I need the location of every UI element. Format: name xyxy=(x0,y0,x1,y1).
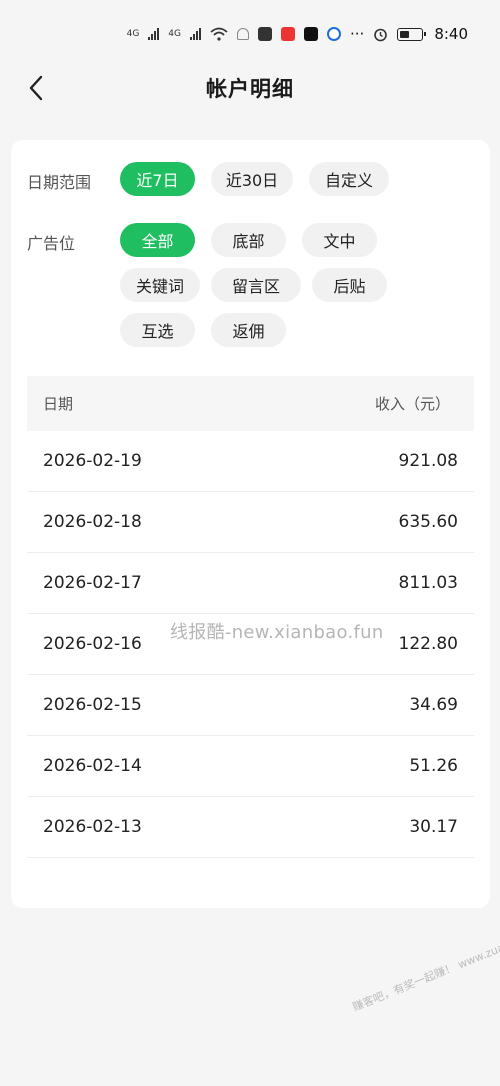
row-date: 2026-02-17 xyxy=(43,573,142,593)
clock: 8:40 xyxy=(434,25,468,43)
row-income: 122.80 xyxy=(398,634,458,654)
ad-chip-bottom[interactable]: 底部 xyxy=(211,223,286,257)
income-table: 日期 收入（元） 2026-02-19 921.08 2026-02-18 63… xyxy=(27,376,474,858)
page-title: 帐户明细 xyxy=(206,77,294,101)
more-icon: ··· xyxy=(350,25,365,43)
battery-icon xyxy=(397,27,427,41)
row-date: 2026-02-15 xyxy=(43,695,142,715)
row-date: 2026-02-14 xyxy=(43,756,142,776)
col-income-header: 收入（元） xyxy=(374,395,450,413)
sim2-signal-icon: 4G xyxy=(168,28,181,39)
table-row: 2026-02-16 122.80 xyxy=(27,614,474,675)
row-date: 2026-02-18 xyxy=(43,512,142,532)
ad-chip-post[interactable]: 后贴 xyxy=(312,268,387,302)
date-chip-custom[interactable]: 自定义 xyxy=(309,162,389,196)
telecom-icon xyxy=(327,27,341,41)
table-row: 2026-02-13 30.17 xyxy=(27,797,474,858)
table-row: 2026-02-19 921.08 xyxy=(27,431,474,492)
ad-chip-mutual[interactable]: 互选 xyxy=(120,313,195,347)
back-button[interactable] xyxy=(20,72,52,104)
signal-bars-2-icon xyxy=(190,28,201,40)
ad-position-label: 广告位 xyxy=(27,234,76,253)
headset-app-icon xyxy=(237,28,249,40)
row-income: 34.69 xyxy=(409,695,458,715)
col-date-header: 日期 xyxy=(43,395,74,413)
row-date: 2026-02-19 xyxy=(43,451,142,471)
table-row: 2026-02-18 635.60 xyxy=(27,492,474,553)
date-chip-30d[interactable]: 近30日 xyxy=(211,162,293,196)
ad-chip-in-text[interactable]: 文中 xyxy=(302,223,377,257)
signal-bars-icon xyxy=(148,28,160,40)
tiktok-icon xyxy=(304,27,318,41)
corner-watermark: 赚客吧，有奖一起赚！ www.zuanke8.com xyxy=(350,920,500,1014)
row-income: 51.26 xyxy=(409,756,458,776)
row-date: 2026-02-16 xyxy=(43,634,142,654)
date-range-label: 日期范围 xyxy=(27,173,92,192)
table-row: 2026-02-17 811.03 xyxy=(27,553,474,614)
chevron-left-icon xyxy=(29,75,43,101)
row-income: 811.03 xyxy=(398,573,458,593)
row-income: 921.08 xyxy=(398,451,458,471)
date-chip-7d[interactable]: 近7日 xyxy=(120,162,195,196)
nav-bar: 帐户明细 xyxy=(0,60,500,116)
wifi-icon xyxy=(210,27,228,41)
details-card: 日期范围 近7日 近30日 自定义 广告位 全部 底部 文中 关键词 留言区 后… xyxy=(11,140,490,908)
alarm-icon xyxy=(374,28,388,41)
status-bar: 4G 4G ··· 8:40 xyxy=(0,0,500,68)
ad-chip-keyword[interactable]: 关键词 xyxy=(120,268,200,302)
sim-signal-icon: 4G xyxy=(126,28,140,39)
row-date: 2026-02-13 xyxy=(43,817,142,837)
ad-chip-all[interactable]: 全部 xyxy=(120,223,195,257)
app-icon xyxy=(258,27,272,41)
row-income: 635.60 xyxy=(398,512,458,532)
red-app-icon xyxy=(281,27,295,41)
table-row: 2026-02-15 34.69 xyxy=(27,675,474,736)
table-row: 2026-02-14 51.26 xyxy=(27,736,474,797)
ad-chip-comment[interactable]: 留言区 xyxy=(211,268,301,302)
table-header: 日期 收入（元） xyxy=(27,376,474,431)
row-income: 30.17 xyxy=(409,817,458,837)
ad-chip-rebate[interactable]: 返佣 xyxy=(211,313,286,347)
